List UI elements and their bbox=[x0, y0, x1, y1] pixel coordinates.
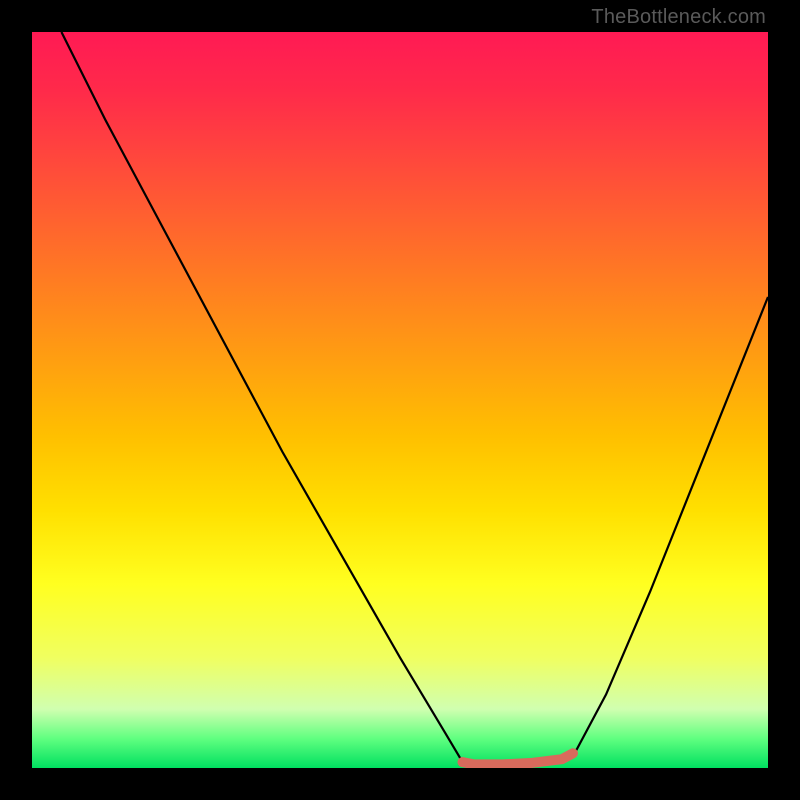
optimal-start-dot bbox=[458, 757, 468, 767]
bottleneck-curve bbox=[61, 32, 768, 764]
chart-plot-area bbox=[32, 32, 768, 768]
chart-svg bbox=[32, 32, 768, 768]
optimal-marker-line bbox=[463, 753, 573, 764]
watermark-text: TheBottleneck.com bbox=[591, 6, 766, 29]
